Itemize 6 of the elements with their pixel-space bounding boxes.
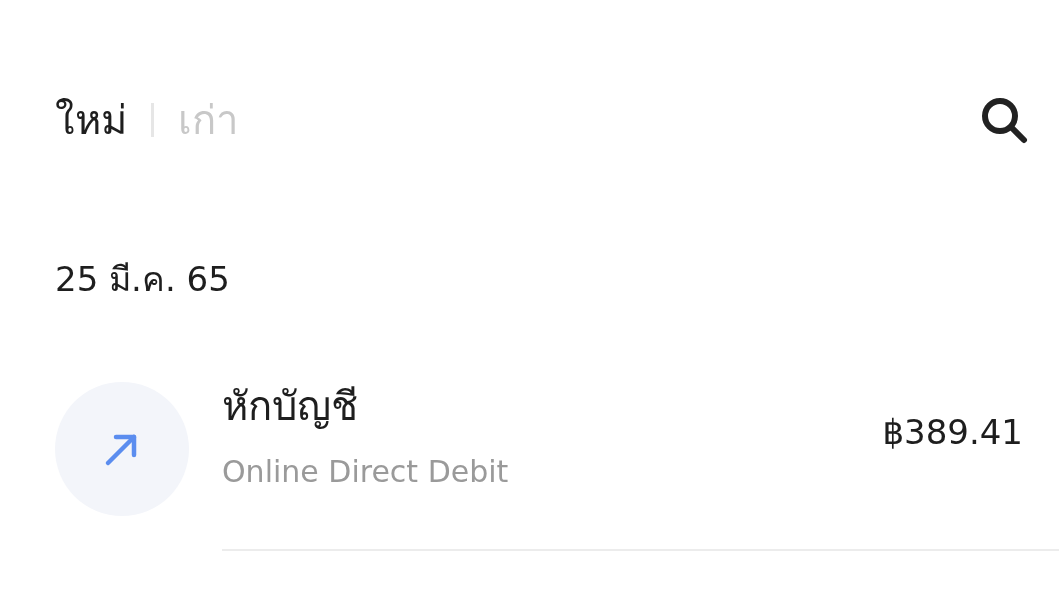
date-heading: 25 มี.ค. 65 [54, 258, 231, 301]
transaction-subtitle: Online Direct Debit [222, 454, 509, 489]
transaction-title: หักบัญชี [222, 382, 359, 431]
search-icon[interactable] [979, 95, 1029, 145]
transaction-amount: ฿389.41 [882, 411, 1023, 452]
tab[interactable]: ใหม่ [55, 88, 127, 152]
